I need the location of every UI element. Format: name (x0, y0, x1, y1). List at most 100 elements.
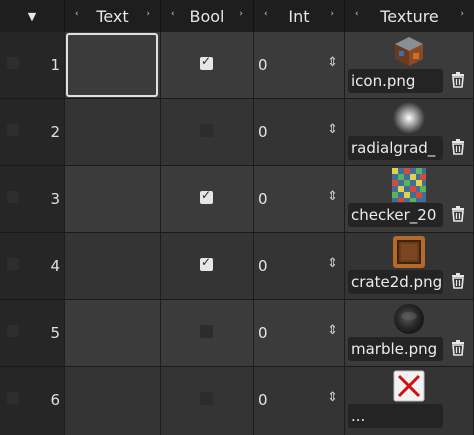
texture-cell[interactable]: ... (345, 367, 474, 435)
chevron-right-icon[interactable]: › (330, 9, 334, 19)
int-cell[interactable]: 0 ⇕ (254, 32, 345, 98)
texture-cell[interactable]: radialgrad_ (345, 99, 474, 165)
grid-header: ▼ ‹ Text › ‹ Bool › ‹ Int › ‹ Texture › (0, 0, 474, 33)
row-select-checkbox[interactable] (7, 392, 19, 404)
column-header-int[interactable]: ‹ Int › (254, 0, 345, 32)
bool-checkbox[interactable]: ✓ (200, 188, 213, 204)
missing-texture-icon (393, 370, 425, 402)
row-number-cell[interactable]: 6 (0, 367, 65, 435)
spin-updown-icon[interactable]: ⇕ (327, 256, 338, 271)
row-number: 4 (50, 257, 60, 275)
text-cell[interactable] (65, 367, 161, 435)
row-select-checkbox[interactable] (7, 325, 19, 337)
int-value[interactable]: 0 (258, 391, 268, 409)
chevron-left-icon[interactable]: ‹ (355, 9, 359, 19)
int-cell[interactable]: 0 ⇕ (254, 166, 345, 232)
crate-icon (393, 236, 425, 268)
trash-icon[interactable] (451, 206, 465, 222)
texture-name[interactable]: checker_20 (348, 203, 443, 227)
dropdown-caret-icon[interactable]: ▼ (28, 10, 36, 23)
chevron-right-icon[interactable]: › (239, 9, 243, 19)
trash-icon[interactable] (451, 273, 465, 289)
row-number: 5 (50, 324, 60, 342)
bool-cell[interactable] (161, 300, 254, 366)
column-header-label: Texture (380, 6, 439, 26)
spin-updown-icon[interactable]: ⇕ (327, 55, 338, 70)
bool-cell[interactable] (161, 367, 254, 435)
text-cell[interactable] (65, 233, 161, 299)
text-cell[interactable] (65, 99, 161, 165)
table-row: 2 0 ⇕ radialgrad_ (0, 99, 474, 166)
texture-name[interactable]: crate2d.png (348, 270, 443, 294)
texture-name[interactable]: icon.png (348, 69, 443, 93)
text-cell-focus[interactable] (66, 33, 158, 97)
bool-checkbox[interactable] (200, 124, 213, 137)
spin-updown-icon[interactable]: ⇕ (327, 189, 338, 204)
bool-checkbox[interactable]: ✓ (200, 255, 213, 271)
texture-cell[interactable]: checker_20 (345, 166, 474, 232)
row-number-cell[interactable]: 2 (0, 99, 65, 165)
texture-cell[interactable]: marble.png (345, 300, 474, 366)
text-cell[interactable] (65, 166, 161, 232)
chevron-right-icon[interactable]: › (146, 9, 150, 19)
chevron-left-icon[interactable]: ‹ (264, 9, 268, 19)
chevron-right-icon[interactable]: › (460, 9, 464, 19)
text-cell[interactable] (65, 32, 161, 98)
texture-name[interactable]: radialgrad_ (348, 136, 443, 160)
row-number-cell[interactable]: 5 (0, 300, 65, 366)
checkmark-icon: ✓ (201, 188, 212, 202)
marble-icon (394, 304, 424, 334)
table-row: 5 0 ⇕ marble.png (0, 300, 474, 367)
cube-icon (395, 37, 423, 66)
chevron-left-icon[interactable]: ‹ (75, 9, 79, 19)
int-cell[interactable]: 0 ⇕ (254, 99, 345, 165)
int-value[interactable]: 0 (258, 324, 268, 342)
text-cell[interactable] (65, 300, 161, 366)
checkmark-icon: ✓ (201, 54, 212, 68)
row-select-checkbox[interactable] (7, 57, 19, 69)
texture-cell[interactable]: icon.png (345, 32, 474, 98)
int-value[interactable]: 0 (258, 56, 268, 74)
texture-name[interactable]: ... (348, 404, 443, 428)
bool-cell[interactable]: ✓ (161, 233, 254, 299)
int-value[interactable]: 0 (258, 257, 268, 275)
spin-updown-icon[interactable]: ⇕ (327, 122, 338, 137)
bool-checkbox[interactable] (200, 392, 213, 405)
column-header-label: Text (96, 6, 129, 26)
column-header-label: Int (288, 6, 310, 26)
column-header-bool[interactable]: ‹ Bool › (161, 0, 254, 32)
spin-updown-icon[interactable]: ⇕ (327, 390, 338, 405)
int-cell[interactable]: 0 ⇕ (254, 367, 345, 435)
int-cell[interactable]: 0 ⇕ (254, 233, 345, 299)
texture-cell[interactable]: crate2d.png (345, 233, 474, 299)
row-number-cell[interactable]: 1 (0, 32, 65, 98)
int-cell[interactable]: 0 ⇕ (254, 300, 345, 366)
row-header-corner[interactable]: ▼ (0, 0, 65, 32)
column-header-label: Bool (189, 6, 225, 26)
bool-cell[interactable] (161, 99, 254, 165)
spin-updown-icon[interactable]: ⇕ (327, 323, 338, 338)
row-select-checkbox[interactable] (7, 124, 19, 136)
column-header-text[interactable]: ‹ Text › (65, 0, 161, 32)
trash-icon[interactable] (451, 340, 465, 356)
trash-icon[interactable] (451, 72, 465, 88)
row-number-cell[interactable]: 3 (0, 166, 65, 232)
trash-icon[interactable] (451, 139, 465, 155)
chevron-left-icon[interactable]: ‹ (171, 9, 175, 19)
row-select-checkbox[interactable] (7, 191, 19, 203)
int-value[interactable]: 0 (258, 123, 268, 141)
row-number-cell[interactable]: 4 (0, 233, 65, 299)
texture-name[interactable]: marble.png (348, 337, 443, 361)
column-header-texture[interactable]: ‹ Texture › (345, 0, 474, 32)
bool-cell[interactable]: ✓ (161, 166, 254, 232)
row-number: 3 (50, 190, 60, 208)
bool-cell[interactable]: ✓ (161, 32, 254, 98)
row-number: 6 (50, 391, 60, 409)
row-select-checkbox[interactable] (7, 258, 19, 270)
bool-checkbox[interactable]: ✓ (200, 54, 213, 70)
int-value[interactable]: 0 (258, 190, 268, 208)
checker-icon (392, 168, 426, 202)
radial-gradient-icon (393, 102, 425, 134)
bool-checkbox[interactable] (200, 325, 213, 338)
table-row: 4 ✓ 0 ⇕ crate2d.png (0, 233, 474, 300)
